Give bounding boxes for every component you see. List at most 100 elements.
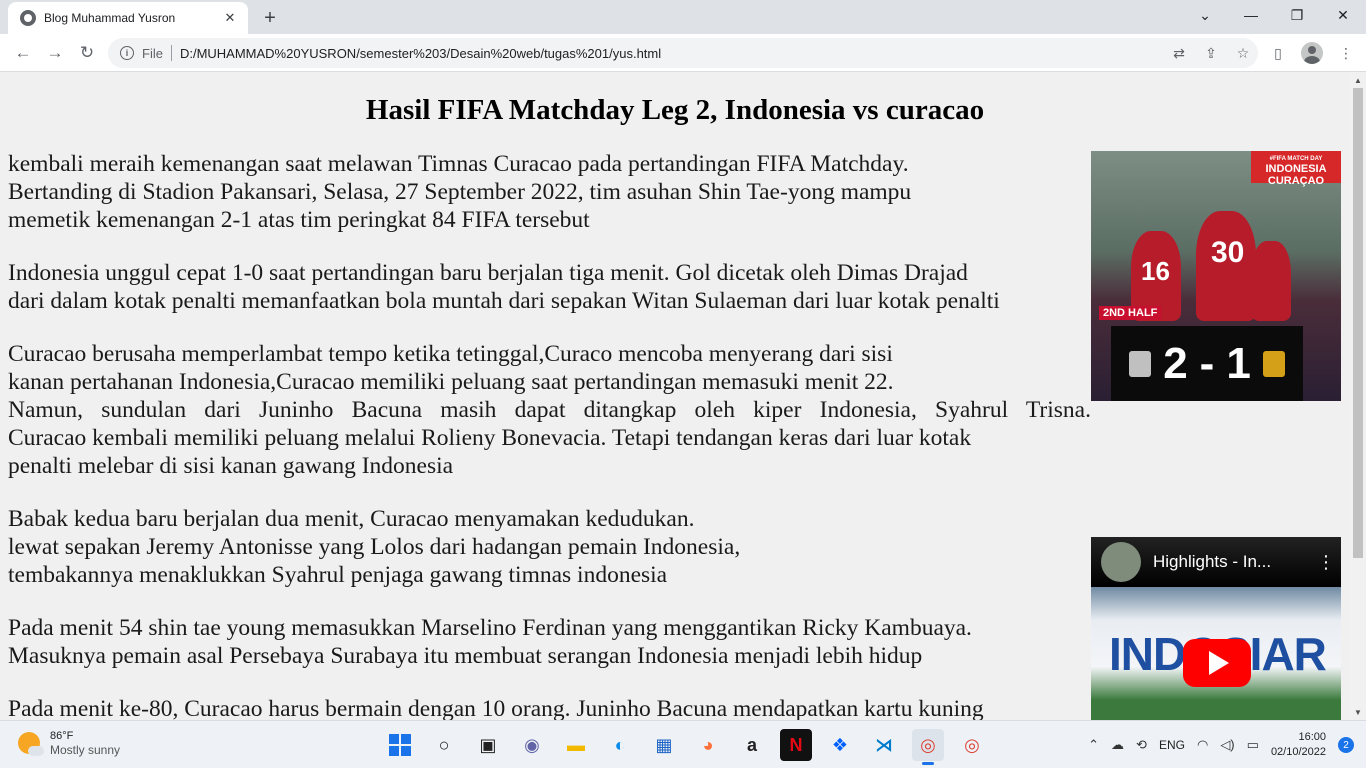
paragraph-group: Curacao berusaha memperlambat tempo keti…: [8, 340, 1091, 480]
amazon-icon[interactable]: a: [736, 729, 768, 761]
match-score-photo: 16 30 #FIFA MATCH DAY INDONESIA CURAÇAO …: [1091, 151, 1341, 401]
chrome-secondary-icon[interactable]: ◎: [956, 729, 988, 761]
avatar: [1301, 42, 1323, 64]
weather-text: 86°F Mostly sunny: [50, 729, 120, 757]
score-away: 1: [1226, 338, 1251, 388]
vscode-icon[interactable]: ⋊: [868, 729, 900, 761]
paragraph: Curacao berusaha memperlambat tempo keti…: [8, 341, 894, 395]
sync-icon[interactable]: ⟲: [1136, 737, 1147, 753]
clock-date: 02/10/2022: [1270, 746, 1326, 758]
chevron-up-icon[interactable]: ⌃: [1088, 737, 1099, 753]
dropbox-icon[interactable]: ❖: [824, 729, 856, 761]
more-options-icon[interactable]: ⋮: [1311, 552, 1341, 573]
score-panel: 2 - 1: [1111, 326, 1303, 401]
player-figure: [1251, 241, 1291, 321]
taskbar-apps: ○ ▣ ◉ ▬ ◐ ▦ ◕ a N ❖ ⋊ ◎ ◎: [384, 729, 988, 765]
score-separator: -: [1199, 338, 1215, 388]
volume-icon[interactable]: ◁): [1220, 737, 1234, 753]
edge-icon[interactable]: ◐: [604, 729, 636, 761]
weather-widget[interactable]: 86°F Mostly sunny: [18, 729, 120, 757]
battery-icon[interactable]: ▭: [1247, 737, 1259, 753]
paragraph: Curacao kembali memiliki peluang melalui…: [8, 425, 972, 479]
omnibox-actions: ⇄ ⇪ ☆: [1170, 38, 1252, 68]
article-body: kembali meraih kemenangan saat melawan T…: [8, 150, 1091, 720]
tab-close-button[interactable]: ✕: [218, 6, 242, 30]
paragraph: Babak kedua baru berjalan dua menit, Cur…: [8, 506, 741, 588]
divider: [170, 45, 172, 61]
video-header: Highlights - In... ⋮: [1091, 537, 1341, 587]
system-tray: ⌃ ☁ ⟲ ENG ◠ ◁) ▭ 16:00 02/10/2022 2: [1088, 727, 1354, 763]
notification-badge[interactable]: 2: [1338, 737, 1354, 753]
browser-toolbar: ← → ↻ i File D:/MUHAMMAD%20YUSRON/semest…: [0, 34, 1366, 72]
side-panel-icon[interactable]: ▯: [1266, 41, 1290, 65]
jersey-number: 16: [1141, 256, 1170, 286]
windows-logo-icon: [389, 734, 411, 756]
netflix-icon[interactable]: N: [780, 729, 812, 761]
paragraph: Indonesia unggul cepat 1-0 saat pertandi…: [8, 260, 1000, 314]
badge-top: #FIFA MATCH DAY: [1269, 156, 1323, 162]
teams-chat-icon[interactable]: ◉: [516, 729, 548, 761]
minimize-button[interactable]: —: [1228, 0, 1274, 30]
menu-icon[interactable]: ⋮: [1334, 41, 1358, 65]
weather-temperature: 86°F: [50, 730, 74, 742]
paragraph: Pada menit 54 shin tae young memasukkan …: [8, 615, 972, 669]
weather-description: Mostly sunny: [50, 743, 121, 757]
toolbar-right: ▯ ⋮: [1266, 38, 1358, 68]
url-text[interactable]: D:/MUHAMMAD%20YUSRON/semester%203/Desain…: [180, 46, 661, 61]
badge-team-away: CURAÇAO: [1267, 175, 1325, 187]
page-scrollbar[interactable]: ▲ ▼: [1350, 72, 1366, 720]
cloud-icon[interactable]: ☁: [1111, 737, 1124, 753]
profile-avatar[interactable]: [1300, 41, 1324, 65]
scroll-thumb[interactable]: [1353, 88, 1363, 558]
tab-search-button[interactable]: ⌄: [1182, 0, 1228, 30]
wifi-icon[interactable]: ◠: [1197, 737, 1208, 753]
globe-icon: [20, 10, 36, 26]
tab-title: Blog Muhammad Yusron: [44, 11, 176, 25]
address-bar[interactable]: i File D:/MUHAMMAD%20YUSRON/semester%203…: [108, 38, 1258, 68]
score-home: 2: [1163, 338, 1188, 388]
match-day-badge: #FIFA MATCH DAY INDONESIA CURAÇAO: [1251, 151, 1341, 187]
page-viewport: Hasil FIFA Matchday Leg 2, Indonesia vs …: [0, 72, 1350, 720]
restore-button[interactable]: ❐: [1274, 0, 1320, 30]
sun-icon: [18, 732, 44, 756]
start-icon[interactable]: [384, 729, 416, 761]
page-title: Hasil FIFA Matchday Leg 2, Indonesia vs …: [365, 94, 985, 126]
paragraph: Pada menit ke-80, Curacao harus bermain …: [8, 696, 984, 720]
clock-time: 16:00: [1298, 731, 1326, 743]
task-view-icon[interactable]: ▣: [472, 729, 504, 761]
store-icon[interactable]: ▦: [648, 729, 680, 761]
close-window-button[interactable]: ✕: [1320, 0, 1366, 30]
badge-team-home: INDONESIA: [1265, 163, 1327, 175]
reload-button[interactable]: ↻: [72, 38, 102, 68]
file-explorer-icon[interactable]: ▬: [560, 729, 592, 761]
search-icon[interactable]: ○: [428, 729, 460, 761]
play-button[interactable]: [1183, 639, 1251, 687]
info-icon[interactable]: i: [120, 46, 134, 60]
back-button[interactable]: ←: [8, 38, 38, 68]
forward-button[interactable]: →: [40, 38, 70, 68]
chrome-icon[interactable]: ◎: [912, 729, 944, 765]
language-indicator[interactable]: ENG: [1159, 738, 1185, 752]
share-icon[interactable]: ⇪: [1202, 45, 1220, 62]
jersey-number: 30: [1211, 236, 1245, 269]
paragraph: kembali meraih kemenangan saat melawan T…: [8, 151, 912, 233]
half-tag: 2ND HALF: [1099, 306, 1162, 320]
scroll-up-icon[interactable]: ▲: [1350, 72, 1366, 88]
firefox-icon[interactable]: ◕: [692, 729, 724, 761]
youtube-embed[interactable]: INDOSIAR Highlights - In... ⋮: [1091, 537, 1341, 720]
scheme-label: File: [142, 45, 163, 61]
windows-taskbar: 86°F Mostly sunny ○ ▣ ◉ ▬ ◐ ▦ ◕ a N ❖ ⋊ …: [0, 720, 1366, 768]
browser-tab[interactable]: Blog Muhammad Yusron ✕: [8, 2, 248, 34]
tab-strip: Blog Muhammad Yusron ✕ + ⌄ — ❐ ✕: [0, 0, 1366, 34]
window-controls: ⌄ — ❐ ✕: [1182, 0, 1366, 30]
indonesia-crest-icon: [1129, 350, 1152, 377]
paragraph-justified-line: Namun, sundulan dari Juninho Bacuna masi…: [8, 397, 1091, 423]
channel-avatar[interactable]: [1101, 542, 1141, 582]
new-tab-button[interactable]: +: [256, 4, 284, 32]
clock[interactable]: 16:00 02/10/2022: [1271, 730, 1326, 760]
curacao-crest-icon: [1262, 350, 1285, 377]
scroll-down-icon[interactable]: ▼: [1350, 704, 1366, 720]
bookmark-star-icon[interactable]: ☆: [1234, 45, 1252, 62]
video-title[interactable]: Highlights - In...: [1153, 552, 1311, 572]
translate-icon[interactable]: ⇄: [1170, 45, 1188, 62]
